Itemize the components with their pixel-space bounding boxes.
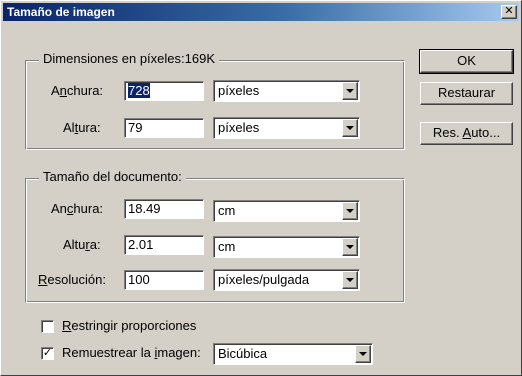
resolution-label: Resolución: (38, 272, 106, 287)
doc-height-unit-select[interactable]: cm (213, 236, 360, 258)
checkmark-icon: ✓ (42, 347, 53, 359)
title-bar[interactable]: Tamaño de imagen ✕ (3, 3, 519, 21)
pixel-height-unit-select[interactable]: píxeles (213, 117, 360, 139)
pixel-dimensions-legend: Dimensiones en píxeles:169K (39, 52, 219, 66)
chevron-down-icon[interactable] (342, 82, 358, 100)
close-icon: ✕ (504, 5, 514, 17)
resample-method-select[interactable]: Bicúbica (213, 343, 373, 365)
pixel-height-value: 79 (128, 120, 143, 135)
chevron-down-icon[interactable] (342, 271, 358, 289)
reset-button[interactable]: Restaurar (420, 82, 513, 105)
chevron-down-icon[interactable] (355, 345, 371, 363)
pixel-height-input[interactable]: 79 (124, 118, 204, 138)
pixel-height-label: Altura: (63, 120, 101, 135)
doc-height-value: 2.01 (128, 237, 154, 252)
resolution-value: 100 (128, 272, 150, 287)
chevron-down-icon[interactable] (342, 119, 358, 137)
doc-height-label: Altura: (63, 237, 101, 252)
doc-height-unit: cm (218, 239, 236, 254)
resolution-input[interactable]: 100 (124, 270, 204, 290)
pixel-width-input[interactable]: 728 (124, 81, 204, 101)
dialog-title: Tamaño de imagen (7, 5, 115, 19)
constrain-proportions-label[interactable]: Restringir proporciones (62, 318, 196, 334)
document-size-legend: Tamaño del documento: (39, 170, 186, 184)
pixel-width-label: Anchura: (51, 83, 104, 98)
doc-width-unit-select[interactable]: cm (213, 200, 360, 222)
close-button[interactable]: ✕ (501, 5, 517, 19)
pixel-width-unit-select[interactable]: píxeles (213, 80, 360, 102)
resample-method: Bicúbica (218, 346, 268, 361)
auto-resolution-button[interactable]: Res. Auto... (420, 122, 513, 145)
doc-width-input[interactable]: 18.49 (124, 199, 204, 219)
resample-image-label[interactable]: Remuestrear la imagen: (62, 345, 201, 361)
constrain-proportions-checkbox[interactable] (41, 320, 54, 333)
pixel-width-value: 728 (128, 83, 150, 98)
resolution-unit-select[interactable]: píxeles/pulgada (213, 269, 360, 291)
resolution-unit: píxeles/pulgada (218, 272, 310, 287)
pixel-width-unit: píxeles (218, 83, 260, 98)
doc-width-unit: cm (218, 203, 236, 218)
chevron-down-icon[interactable] (342, 202, 358, 220)
doc-height-input[interactable]: 2.01 (124, 235, 204, 255)
ok-button[interactable]: OK (419, 49, 514, 74)
doc-width-label: Anchura: (51, 201, 104, 216)
pixel-height-unit: píxeles (218, 120, 260, 135)
doc-width-value: 18.49 (128, 201, 161, 216)
chevron-down-icon[interactable] (342, 238, 358, 256)
resample-image-checkbox[interactable]: ✓ (41, 347, 54, 360)
image-size-dialog: Tamaño de imagen ✕ Dimensiones en píxele… (0, 0, 522, 376)
